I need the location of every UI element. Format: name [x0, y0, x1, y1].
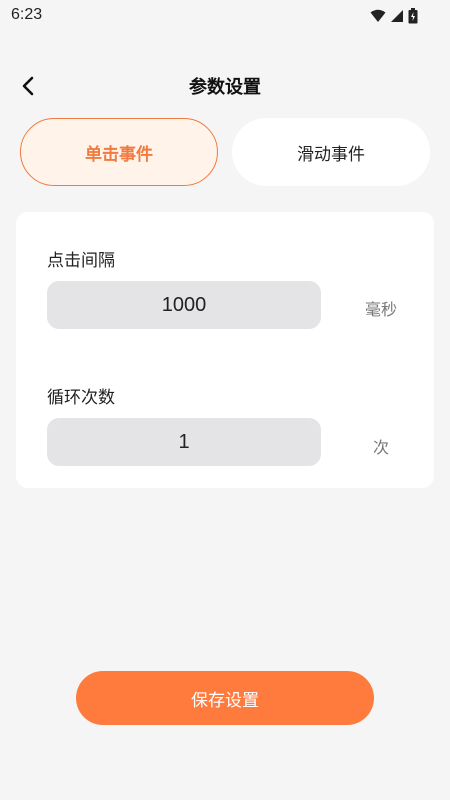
settings-card: 点击间隔 毫秒 循环次数 次	[16, 212, 434, 488]
event-tabs: 单击事件 滑动事件	[20, 118, 430, 186]
loop-count-input[interactable]	[47, 418, 321, 466]
loop-count-label: 循环次数	[47, 388, 115, 408]
tab-click-event[interactable]: 单击事件	[20, 118, 218, 186]
interval-input[interactable]	[47, 281, 321, 329]
status-icons	[370, 8, 418, 24]
status-bar: 6:23	[0, 0, 450, 32]
header: 参数设置	[0, 60, 450, 110]
page-title: 参数设置	[189, 77, 261, 98]
signal-icon	[390, 9, 404, 23]
tab-swipe-event[interactable]: 滑动事件	[232, 118, 430, 186]
loop-count-unit: 次	[372, 438, 389, 457]
save-settings-button[interactable]: 保存设置	[76, 671, 374, 725]
wifi-icon	[370, 9, 386, 23]
interval-unit: 毫秒	[364, 300, 397, 319]
interval-label: 点击间隔	[47, 251, 115, 271]
status-time: 6:23	[11, 6, 43, 23]
battery-icon	[408, 8, 418, 24]
